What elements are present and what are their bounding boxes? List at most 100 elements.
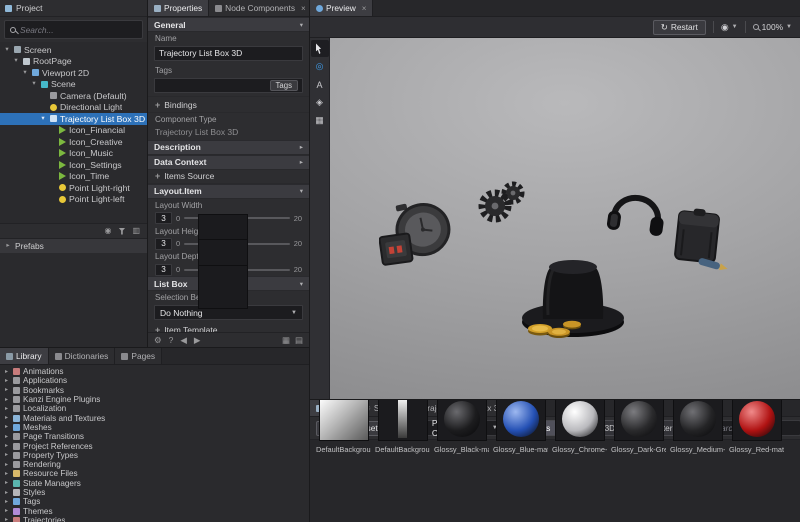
tree-item-resource-files[interactable]: ▸ Resource Files — [0, 469, 309, 478]
expander-icon[interactable]: ▾ — [3, 46, 11, 54]
expander-icon[interactable]: ▾ — [30, 80, 38, 88]
tree-item-point-light-left[interactable]: Point Light-left — [0, 194, 147, 206]
tree-item-page-transitions[interactable]: ▸ Page Transitions — [0, 432, 309, 441]
section-layout-item[interactable]: Layout.Item ▾ — [148, 183, 309, 199]
expander-icon[interactable]: ▸ — [3, 443, 10, 449]
expander-icon[interactable]: ▾ — [21, 69, 29, 77]
tags-input[interactable] — [159, 80, 270, 91]
asset-defaultbackgrou[interactable]: DefaultBackgrou... — [375, 400, 430, 517]
tab-properties[interactable]: Properties — [148, 0, 210, 16]
tab-preview[interactable]: Preview × — [310, 0, 374, 16]
tree-item-themes[interactable]: ▸ Themes — [0, 506, 309, 516]
tree-item-icon-settings[interactable]: Icon_Settings — [0, 159, 147, 171]
expander-icon[interactable]: ▸ — [3, 415, 10, 421]
expander-icon[interactable]: ▸ — [3, 397, 10, 403]
close-icon[interactable]: × — [301, 4, 306, 13]
expander-icon[interactable]: ▸ — [3, 490, 10, 496]
tree-item-icon-financial[interactable]: Icon_Financial — [0, 125, 147, 137]
slider-track[interactable] — [184, 213, 290, 258]
asset-glossy-black-ma[interactable]: Glossy_Black-ma... — [434, 400, 489, 517]
tree-item-rendering[interactable]: ▸ Rendering — [0, 460, 309, 469]
tree-item-point-light-right[interactable]: Point Light-right — [0, 182, 147, 194]
item-template-row[interactable]: + Item Template — [148, 323, 309, 332]
eyedropper-tool-icon[interactable]: ◈ — [311, 94, 329, 111]
grid-tool-icon[interactable]: ▦ — [311, 112, 329, 129]
value-input[interactable]: 3 — [155, 212, 172, 225]
expander-icon[interactable]: ▸ — [3, 499, 10, 505]
tree-item-applications[interactable]: ▸ Applications — [0, 376, 309, 385]
gear-icon[interactable]: ⚙ — [154, 335, 162, 346]
zoom-control[interactable]: 100% ▼ — [752, 22, 792, 32]
expander-icon[interactable]: ▸ — [3, 462, 10, 468]
columns-icon[interactable]: ▥ — [132, 227, 140, 235]
slider-thumb[interactable] — [197, 265, 248, 310]
expander-icon[interactable]: ▸ — [3, 406, 10, 412]
asset-glossy-medium[interactable]: Glossy_Medium-... — [670, 400, 725, 517]
project-search[interactable] — [4, 20, 143, 39]
tab-dictionaries[interactable]: Dictionaries — [48, 348, 116, 364]
tree-item-state-managers[interactable]: ▸ State Managers — [0, 479, 309, 488]
expander-icon[interactable]: ▸ — [3, 378, 10, 384]
tree-item-icon-music[interactable]: Icon_Music — [0, 148, 147, 160]
expander-icon[interactable]: ▸ — [3, 434, 10, 440]
select-tool-icon[interactable] — [310, 40, 329, 57]
asset-defaultbackgrou[interactable]: DefaultBackgrou... — [316, 400, 371, 517]
bindings-row[interactable]: + Bindings — [148, 99, 309, 113]
expander-icon[interactable]: ▾ — [39, 115, 47, 123]
expander-icon[interactable]: ▸ — [3, 452, 10, 458]
asset-glossy-blue-mat[interactable]: Glossy_Blue-mat... — [493, 400, 548, 517]
tags-button[interactable]: Tags — [269, 79, 298, 91]
filter-icon[interactable] — [118, 227, 126, 235]
tree-item-scene[interactable]: ▾ Scene — [0, 79, 147, 91]
asset-glossy-dark-gre[interactable]: Glossy_Dark-Gre... — [611, 400, 666, 517]
gears-object[interactable] — [477, 180, 529, 226]
tree-item-camera-default[interactable]: Camera (Default) — [0, 90, 147, 102]
tree-item-directional-light[interactable]: Directional Light — [0, 102, 147, 114]
expander-icon[interactable]: ▸ — [3, 424, 10, 430]
tree-item-project-references[interactable]: ▸ Project References — [0, 441, 309, 451]
value-input[interactable]: 3 — [155, 237, 172, 250]
items-source-row[interactable]: + Items Source — [148, 170, 309, 184]
tree-item-viewport-2d[interactable]: ▾ Viewport 2D — [0, 67, 147, 79]
expander-icon[interactable]: ▸ — [3, 471, 10, 477]
alarm-clock-object[interactable] — [379, 197, 457, 269]
tab-library[interactable]: Library — [0, 348, 49, 364]
asset-glossy-red-mate[interactable]: Glossy_Red-mate... — [729, 400, 784, 517]
section-description[interactable]: Description ▸ — [148, 139, 309, 155]
tree-item-icon-creative[interactable]: Icon_Creative — [0, 136, 147, 148]
expander-icon[interactable]: ▸ — [3, 387, 10, 393]
visibility-icon[interactable]: ◉ — [104, 227, 111, 235]
headphones-object[interactable] — [607, 184, 669, 240]
tree-item-rootpage[interactable]: ▾ RootPage — [0, 56, 147, 68]
tab-node-components[interactable]: Node Components × — [209, 0, 309, 16]
tree-item-property-types[interactable]: ▸ Property Types — [0, 451, 309, 460]
close-icon[interactable]: × — [362, 4, 367, 13]
expander-icon[interactable]: ▸ — [3, 480, 10, 486]
coins-object[interactable] — [527, 314, 583, 340]
tree-item-bookmarks[interactable]: ▸ Bookmarks — [0, 386, 309, 395]
expander-icon[interactable]: ▸ — [3, 517, 10, 522]
tags-input-wrap[interactable]: Tags — [154, 77, 303, 93]
tree-item-animations[interactable]: ▸ Animations — [0, 367, 309, 376]
back-icon[interactable]: ◀ — [180, 335, 187, 346]
preview-viewport[interactable] — [330, 38, 800, 399]
slider-track[interactable] — [184, 239, 290, 284]
asset-glossy-chrome[interactable]: Glossy_Chrome-... — [552, 400, 607, 517]
expander-icon[interactable]: ▾ — [12, 57, 20, 65]
prefabs-section-header[interactable]: ▸ Prefabs — [0, 238, 147, 253]
section-general[interactable]: General ▾ — [148, 17, 309, 32]
visibility-dropdown[interactable]: ◉ ▼ — [721, 22, 738, 32]
tree-item-tags[interactable]: ▸ Tags — [0, 497, 309, 506]
restart-button[interactable]: ↻ Restart — [652, 19, 706, 35]
ammo-box-object[interactable] — [664, 207, 736, 273]
tab-pages[interactable]: Pages — [115, 348, 163, 364]
text-tool-icon[interactable]: A — [311, 76, 329, 93]
expander-icon[interactable]: ▸ — [3, 369, 10, 375]
tree-item-materials-and-textures[interactable]: ▸ Materials and Textures — [0, 413, 309, 423]
list-view-icon[interactable]: ▤ — [295, 335, 303, 346]
tree-item-styles[interactable]: ▸ Styles — [0, 488, 309, 497]
help-icon[interactable]: ? — [169, 335, 174, 345]
section-data-context[interactable]: Data Context ▸ — [148, 154, 309, 170]
grid-view-icon[interactable]: ▦ — [282, 335, 290, 346]
slider-track[interactable] — [184, 265, 290, 310]
